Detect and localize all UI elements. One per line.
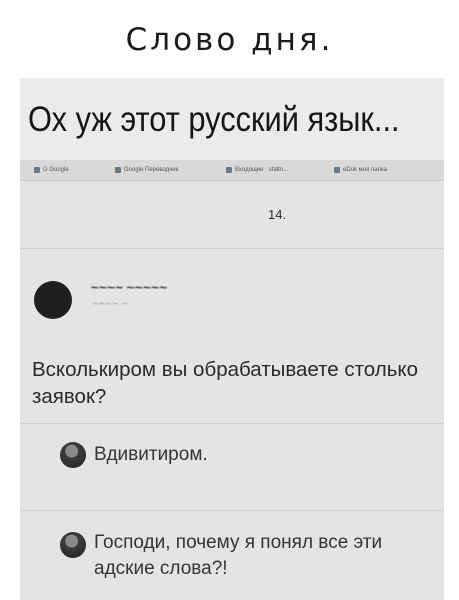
reply-text: Вдивитиром. (94, 444, 208, 465)
divider (20, 248, 444, 249)
post-question: Всколькиром вы обрабатываете столько зая… (32, 358, 418, 408)
bookmark-label: Google Переводчик (124, 166, 179, 173)
bookmark-item-translate[interactable]: Google Переводчик (115, 165, 178, 174)
caption-banner: Ох уж этот русский язык... (20, 78, 444, 160)
browser-bookmarks-bar: G Google Google Переводчик Входящие · sf… (20, 160, 444, 181)
bookmark-label: eDok моя папка (343, 166, 387, 173)
page-title: Слово дня. (125, 22, 334, 58)
mail-icon (226, 166, 232, 173)
avatar[interactable] (34, 281, 72, 319)
avatar[interactable] (60, 442, 86, 468)
divider (20, 423, 444, 424)
folder-icon (334, 166, 340, 173)
translate-icon (115, 166, 121, 173)
author-name-scribble: ~~~~ ~~~~~ (90, 281, 168, 294)
author-meta-scribble: ~~~~ ~ (92, 299, 129, 308)
bookmark-item-mail[interactable]: Входящие · sfaltn... (226, 165, 288, 174)
divider (20, 510, 444, 511)
reply-text: Господи, почему я понял все эти адские с… (94, 532, 383, 579)
caption-text: Ох уж этот русский язык... (28, 100, 400, 139)
bookmark-item-folder[interactable]: eDok моя папка (334, 165, 387, 174)
bookmark-item-google[interactable]: G Google (34, 165, 69, 174)
photo-screenshot: Ох уж этот русский язык... G Google Goog… (20, 78, 444, 600)
bookmark-label: Входящие · sfaltn... (235, 166, 289, 173)
avatar[interactable] (60, 532, 86, 558)
google-icon (34, 166, 40, 173)
bookmark-label: G Google (43, 166, 69, 173)
post-number: 14. (268, 207, 287, 222)
